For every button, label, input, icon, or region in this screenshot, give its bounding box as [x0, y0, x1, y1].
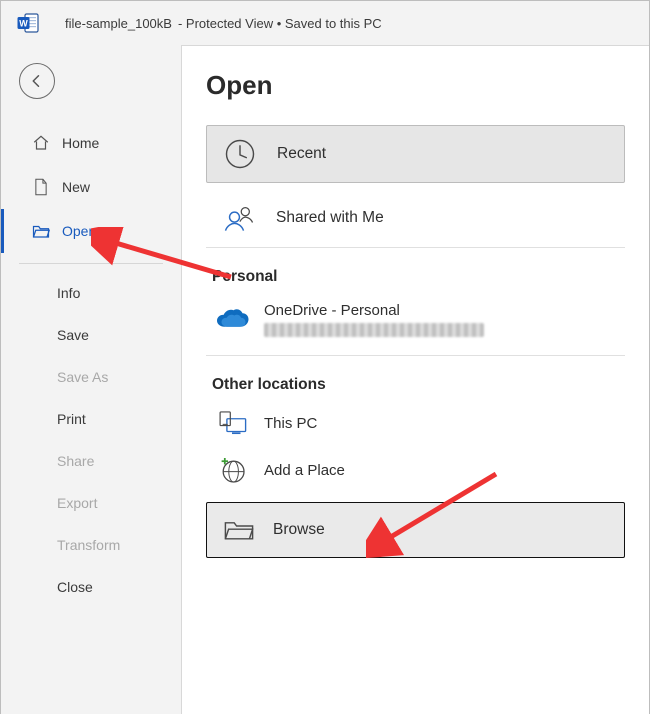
label: Info — [57, 285, 80, 301]
sidebar-item-label: New — [62, 179, 90, 195]
titlebar-status: - Protected View • Saved to this PC — [178, 16, 382, 31]
back-button[interactable] — [19, 63, 55, 99]
location-label: Shared with Me — [276, 209, 384, 227]
sidebar-item-open[interactable]: Open — [1, 209, 181, 253]
sidebar-item-label: Home — [62, 135, 99, 151]
section-other: Other locations — [212, 368, 625, 394]
label: Transform — [57, 537, 120, 553]
location-onedrive[interactable]: OneDrive - Personal — [206, 292, 625, 347]
location-shared[interactable]: Shared with Me — [206, 189, 625, 247]
location-thispc[interactable]: This PC — [206, 400, 625, 446]
sidebar-sub-print[interactable]: Print — [1, 398, 181, 440]
svg-text:W: W — [19, 19, 28, 29]
divider — [206, 355, 625, 356]
sidebar-sub-saveas: Save As — [1, 356, 181, 398]
location-label: This PC — [264, 415, 317, 432]
home-icon — [32, 134, 50, 152]
divider — [206, 247, 625, 248]
titlebar-filename: file-sample_100kB — [65, 16, 172, 31]
section-personal: Personal — [212, 260, 625, 286]
thispc-icon — [212, 408, 252, 438]
location-label: Browse — [273, 521, 325, 539]
location-browse[interactable]: Browse — [206, 502, 625, 558]
folder-icon — [217, 508, 261, 552]
location-addplace[interactable]: Add a Place — [206, 446, 625, 494]
label: Print — [57, 411, 86, 427]
label: Export — [57, 495, 97, 511]
titlebar: W file-sample_100kB - Protected View • S… — [1, 1, 649, 45]
sidebar-item-new[interactable]: New — [1, 165, 181, 209]
location-label: Recent — [277, 145, 326, 163]
backstage-sidebar: Home New Open Info Save Save As Print Sh… — [1, 45, 181, 714]
label: Close — [57, 579, 93, 595]
sidebar-sub-save[interactable]: Save — [1, 314, 181, 356]
open-panel: Open Recent Shared with Me — [181, 45, 649, 714]
word-app-icon: W — [15, 10, 41, 36]
sidebar-sub-transform: Transform — [1, 524, 181, 566]
sidebar-item-label: Open — [62, 223, 96, 239]
sidebar-sub-export: Export — [1, 482, 181, 524]
label: Save — [57, 327, 89, 343]
folder-open-icon — [32, 223, 50, 239]
add-place-icon — [212, 454, 252, 486]
sidebar-sub-close[interactable]: Close — [1, 566, 181, 608]
label: Save As — [57, 369, 108, 385]
sidebar-sub-info[interactable]: Info — [1, 272, 181, 314]
label: Share — [57, 453, 94, 469]
sidebar-item-home[interactable]: Home — [1, 121, 181, 165]
location-label: Add a Place — [264, 462, 345, 479]
sidebar-divider — [19, 263, 163, 264]
onedrive-icon — [212, 308, 252, 332]
onedrive-account-redacted — [264, 323, 484, 337]
sidebar-sub-share: Share — [1, 440, 181, 482]
people-icon — [216, 195, 262, 241]
page-title: Open — [206, 70, 625, 101]
onedrive-label: OneDrive - Personal — [264, 302, 484, 319]
clock-icon — [217, 131, 263, 177]
new-doc-icon — [32, 178, 50, 196]
location-recent[interactable]: Recent — [206, 125, 625, 183]
